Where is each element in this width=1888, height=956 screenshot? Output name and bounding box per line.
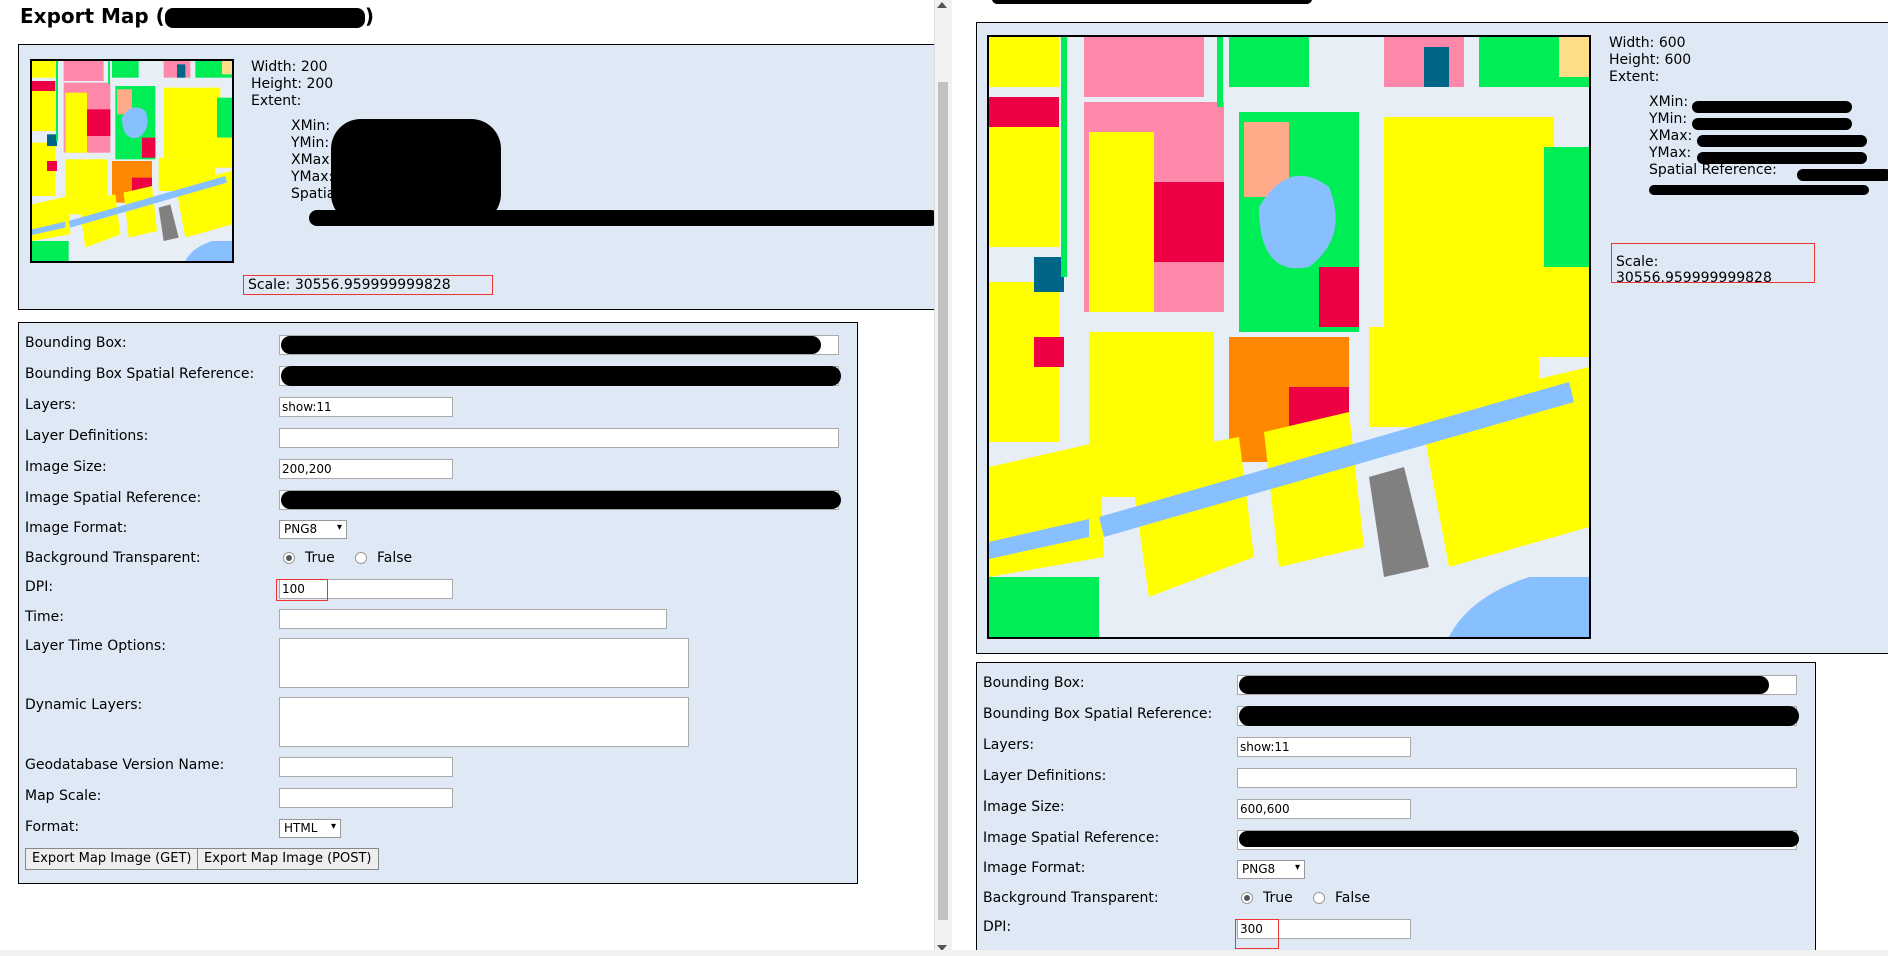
info-spatial-ref: Spatial Reference: bbox=[1649, 162, 1777, 178]
redacted-spatial-ref bbox=[309, 210, 939, 226]
true-label: True bbox=[305, 550, 335, 566]
image-format-label: Image Format: bbox=[25, 520, 128, 536]
redacted-xmin bbox=[1692, 101, 1852, 113]
gdb-version-label: Geodatabase Version Name: bbox=[25, 757, 225, 773]
layers-label: Layers: bbox=[25, 397, 77, 413]
bbox-sr-label: Bounding Box Spatial Reference: bbox=[25, 366, 255, 382]
format-label: Format: bbox=[25, 819, 80, 835]
horizontal-scrollbar[interactable] bbox=[0, 950, 1888, 956]
layers-input[interactable]: show:11 bbox=[279, 397, 453, 417]
image-sr-label: Image Spatial Reference: bbox=[983, 830, 1160, 846]
gdb-version-input[interactable] bbox=[279, 757, 453, 777]
map-scale-input[interactable] bbox=[279, 788, 453, 808]
image-format-select[interactable]: PNG8 bbox=[1237, 860, 1305, 879]
scroll-up-icon[interactable] bbox=[937, 2, 947, 8]
time-label: Time: bbox=[25, 609, 64, 625]
redacted-bbox bbox=[1239, 676, 1769, 694]
export-form: Bounding Box: Bounding Box Spatial Refer… bbox=[976, 662, 1816, 956]
info-extent: Extent: bbox=[251, 93, 302, 109]
info-width: Width: 200 bbox=[251, 59, 328, 75]
left-scrollbar-thumb[interactable] bbox=[938, 82, 948, 920]
redacted-bbox bbox=[281, 336, 821, 354]
time-input[interactable] bbox=[279, 609, 667, 629]
image-size-label: Image Size: bbox=[983, 799, 1065, 815]
dpi-highlight bbox=[276, 579, 328, 601]
info-width: Width: 600 bbox=[1609, 35, 1686, 51]
true-label: True bbox=[1263, 890, 1293, 906]
map-preview-panel: Width: 600 Height: 600 Extent: XMin: YMi… bbox=[976, 22, 1888, 654]
redacted-service-name bbox=[164, 7, 365, 28]
redacted-image-sr bbox=[1239, 831, 1799, 847]
bbox-sr-label: Bounding Box Spatial Reference: bbox=[983, 706, 1213, 722]
dpi-label: DPI: bbox=[25, 579, 54, 595]
image-sr-label: Image Spatial Reference: bbox=[25, 490, 202, 506]
redacted-ymax bbox=[1697, 152, 1867, 164]
info-height: Height: 200 bbox=[251, 76, 334, 92]
map-image[interactable] bbox=[987, 35, 1591, 639]
page-title: Export Map () bbox=[20, 4, 374, 28]
layer-defs-label: Layer Definitions: bbox=[25, 428, 149, 444]
left-browser-pane: Export Map () Width: 200 Height: 200 Ext… bbox=[0, 0, 940, 956]
layer-time-textarea[interactable] bbox=[279, 638, 689, 688]
export-get-button[interactable]: Export Map Image (GET) bbox=[25, 848, 199, 870]
image-size-label: Image Size: bbox=[25, 459, 107, 475]
redacted-title bbox=[992, 0, 1312, 4]
bg-transparent-label: Background Transparent: bbox=[25, 550, 201, 566]
bbox-label: Bounding Box: bbox=[25, 335, 127, 351]
layers-input[interactable]: show:11 bbox=[1237, 737, 1411, 757]
bbox-label: Bounding Box: bbox=[983, 675, 1085, 691]
dpi-label: DPI: bbox=[983, 919, 1012, 935]
bg-transparent-true-radio[interactable] bbox=[1241, 892, 1253, 904]
redacted-xmax bbox=[1697, 135, 1867, 147]
image-format-select[interactable]: PNG8 bbox=[279, 520, 347, 539]
scale-readout: Scale: 30556.959999999828 bbox=[243, 275, 493, 295]
layer-time-label: Layer Time Options: bbox=[25, 638, 166, 654]
layer-defs-input[interactable] bbox=[1237, 768, 1797, 788]
image-size-input[interactable]: 200,200 bbox=[279, 459, 453, 479]
bg-transparent-false-radio[interactable] bbox=[355, 552, 367, 564]
redacted-extent-values bbox=[331, 119, 501, 224]
redacted-image-sr bbox=[281, 491, 841, 509]
redacted-sr-value bbox=[1797, 169, 1888, 181]
scale-readout: Scale: 30556.959999999828 bbox=[1611, 243, 1815, 286]
layers-label: Layers: bbox=[983, 737, 1035, 753]
page-title-text: Export Map ( bbox=[20, 4, 165, 28]
layer-defs-label: Layer Definitions: bbox=[983, 768, 1107, 784]
layer-defs-input[interactable] bbox=[279, 428, 839, 448]
right-browser-pane: Width: 600 Height: 600 Extent: XMin: YMi… bbox=[952, 0, 1888, 956]
format-select[interactable]: HTML bbox=[279, 819, 341, 838]
export-form: Bounding Box: Bounding Box Spatial Refer… bbox=[18, 322, 858, 884]
dynamic-layers-label: Dynamic Layers: bbox=[25, 697, 143, 713]
bg-transparent-label: Background Transparent: bbox=[983, 890, 1159, 906]
map-image-thumbnail[interactable] bbox=[30, 59, 234, 263]
bg-transparent-false-radio[interactable] bbox=[1313, 892, 1325, 904]
image-size-input[interactable]: 600,600 bbox=[1237, 799, 1411, 819]
info-height: Height: 600 bbox=[1609, 52, 1692, 68]
map-scale-label: Map Scale: bbox=[25, 788, 102, 804]
dynamic-layers-textarea[interactable] bbox=[279, 697, 689, 747]
dpi-highlight bbox=[1235, 919, 1279, 949]
export-post-button[interactable]: Export Map Image (POST) bbox=[197, 848, 379, 870]
redacted-bbox-sr bbox=[1239, 706, 1799, 726]
page-title-close: ) bbox=[364, 4, 374, 28]
redacted-sr-line bbox=[1649, 185, 1869, 195]
false-label: False bbox=[1335, 890, 1371, 906]
info-extent: Extent: bbox=[1609, 69, 1660, 85]
false-label: False bbox=[377, 550, 413, 566]
bg-transparent-true-radio[interactable] bbox=[283, 552, 295, 564]
map-preview-panel: Width: 200 Height: 200 Extent: XMin: YMi… bbox=[18, 44, 939, 310]
redacted-ymin bbox=[1692, 118, 1852, 130]
redacted-bbox-sr bbox=[281, 366, 841, 386]
image-format-label: Image Format: bbox=[983, 860, 1086, 876]
